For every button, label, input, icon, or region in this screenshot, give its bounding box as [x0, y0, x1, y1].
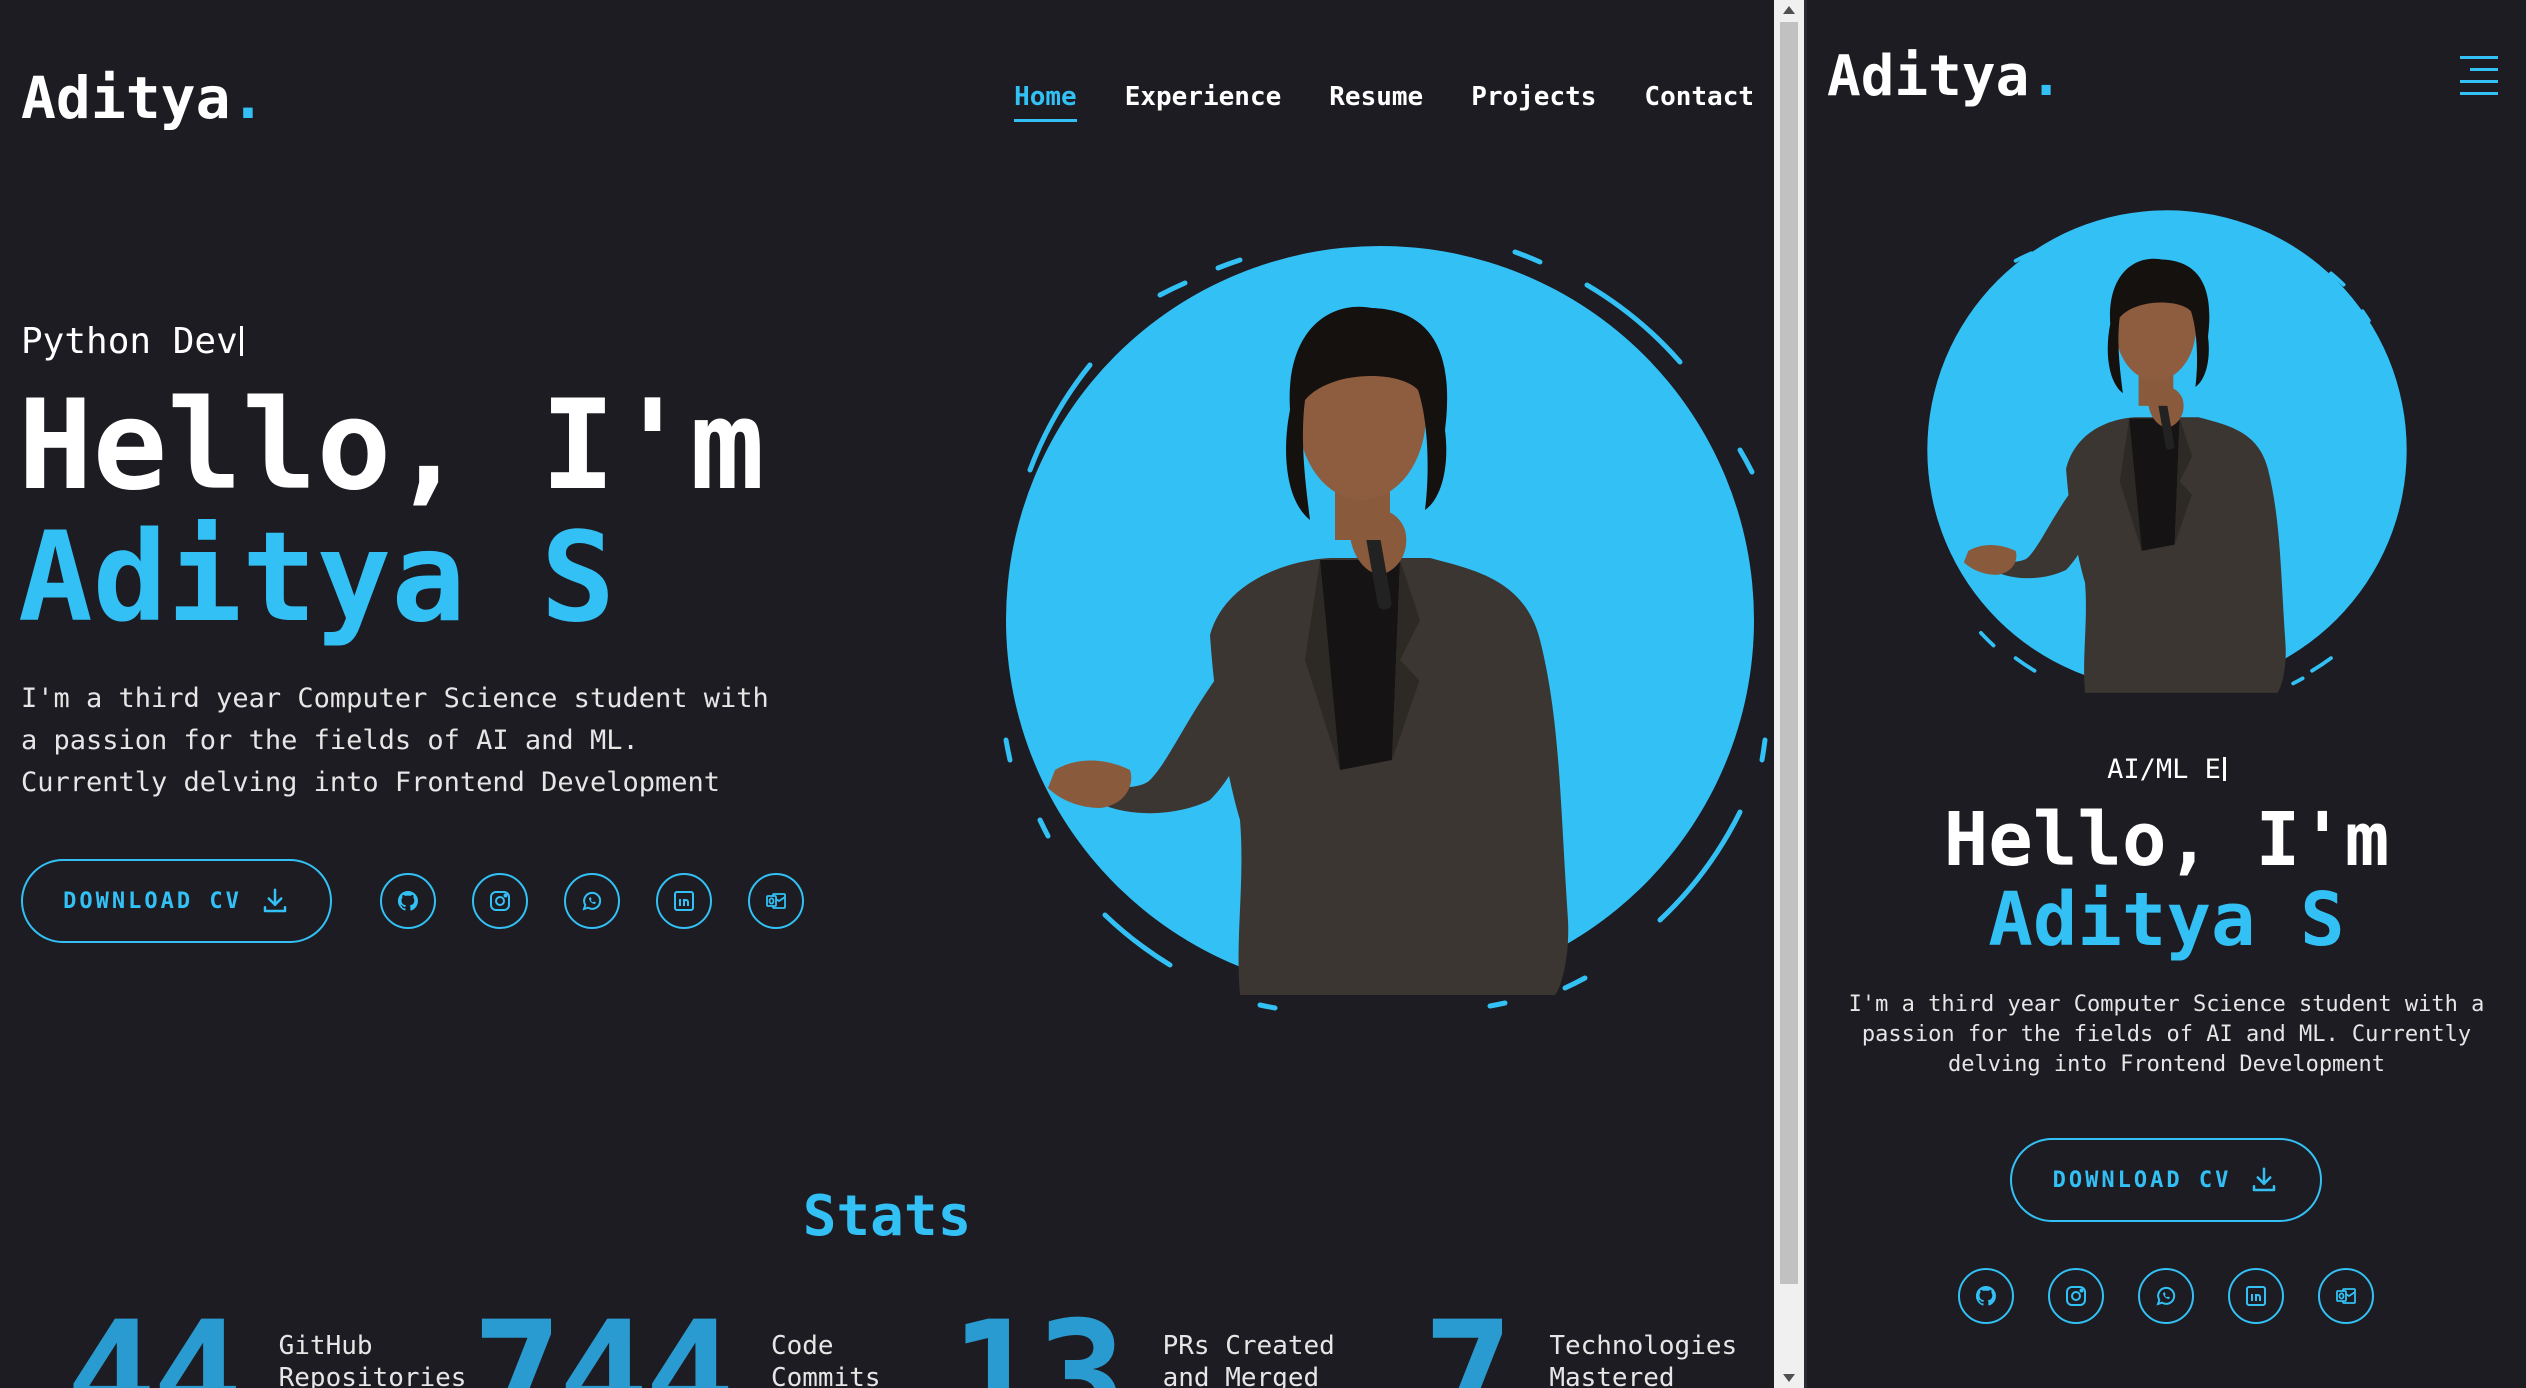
stat-item: 744 Code Commits: [472, 1302, 961, 1388]
linkedin-icon: [674, 891, 694, 911]
role-typing: Python Dev: [21, 321, 243, 362]
stats-title: Stats: [802, 1184, 972, 1249]
stat-label-line: Code: [770, 1331, 834, 1361]
whatsapp-link[interactable]: [2138, 1268, 2194, 1324]
site-logo[interactable]: Aditya.: [21, 64, 265, 132]
profile-photo: [1921, 204, 2413, 696]
stat-label: Technologies Mastered: [1549, 1330, 1739, 1388]
stat-label-line: Mastered: [1549, 1363, 1675, 1388]
role-text: AI/ML E: [2107, 754, 2221, 785]
whatsapp-link[interactable]: [564, 873, 620, 929]
github-icon: [1975, 1285, 1996, 1306]
linkedin-icon: [2246, 1286, 2266, 1306]
linkedin-link[interactable]: [2228, 1268, 2284, 1324]
typing-caret: [2222, 757, 2226, 781]
hero-greeting: Hello, I'm: [1943, 797, 2390, 883]
logo-dot: .: [2029, 44, 2064, 109]
description-line: delving into Frontend Development: [1947, 1052, 2386, 1077]
github-link[interactable]: [1958, 1268, 2014, 1324]
nav-resume[interactable]: Resume: [1329, 82, 1423, 122]
stat-value: 7: [1423, 1290, 1513, 1388]
linkedin-link[interactable]: [656, 873, 712, 929]
stat-label-line: Technologies: [1549, 1331, 1738, 1361]
stat-label-line: and Merged: [1162, 1363, 1320, 1388]
stat-label-line: GitHub: [278, 1331, 373, 1361]
typing-caret: [239, 326, 243, 356]
profile-photo: [1000, 240, 1774, 1020]
stat-item: 7 Technologies Mastered: [1423, 1302, 1739, 1388]
stat-item: 13 PRs Created and Merged: [950, 1302, 1353, 1388]
nav-experience[interactable]: Experience: [1125, 82, 1282, 122]
site-logo[interactable]: Aditya.: [1827, 44, 2063, 109]
scroll-up-arrow-icon[interactable]: [1783, 6, 1795, 14]
description-line: I'm a third year Computer Science studen…: [21, 683, 769, 714]
profile-photo-graphic: [1003, 246, 1768, 1011]
logo-text: Aditya: [1827, 44, 2030, 109]
description-line: I'm a third year Computer Science studen…: [1848, 992, 2485, 1017]
download-cv-button[interactable]: DOWNLOAD CV: [21, 859, 332, 943]
stat-label-line: Repositories: [278, 1363, 467, 1388]
instagram-link[interactable]: [472, 873, 528, 929]
profile-photo-graphic: [1927, 210, 2407, 693]
stat-label-line: PRs Created: [1162, 1331, 1335, 1361]
social-links: [380, 873, 804, 929]
download-cv-label: DOWNLOAD CV: [63, 888, 242, 914]
instagram-icon: [2066, 1286, 2086, 1306]
instagram-link[interactable]: [2048, 1268, 2104, 1324]
desktop-view: Aditya. Home Experience Resume Projects …: [0, 0, 1774, 1388]
main-nav: Home Experience Resume Projects Contact: [1014, 82, 1754, 122]
role-typing: AI/ML E: [1807, 754, 2526, 785]
hamburger-menu-icon[interactable]: [2460, 56, 2498, 96]
github-link[interactable]: [380, 873, 436, 929]
download-icon: [263, 888, 287, 913]
description-line: passion for the fields of AI and ML. Cur…: [1861, 1022, 2472, 1047]
description-line: Currently delving into Frontend Developm…: [21, 767, 720, 798]
role-text: Python Dev: [21, 321, 238, 362]
whatsapp-icon: [2156, 1286, 2176, 1306]
description-line: a passion for the fields of AI and ML.: [21, 725, 639, 756]
stat-label-line: Commits: [770, 1363, 881, 1388]
logo-dot: .: [230, 64, 266, 132]
outlook-icon: [2336, 1288, 2356, 1304]
stat-item: 44 GitHub Repositories: [66, 1302, 469, 1388]
nav-contact[interactable]: Contact: [1644, 82, 1754, 122]
nav-home[interactable]: Home: [1014, 82, 1077, 122]
hero-description: I'm a third year Computer Science studen…: [21, 678, 801, 804]
hero-name: Aditya S: [18, 506, 616, 650]
github-icon: [397, 890, 418, 911]
download-icon: [2253, 1167, 2276, 1192]
download-cv-button[interactable]: DOWNLOAD CV: [2010, 1138, 2322, 1222]
stat-value: 744: [472, 1290, 735, 1388]
stat-label: Code Commits: [771, 1330, 961, 1388]
instagram-icon: [490, 891, 510, 911]
outlook-icon: [766, 893, 786, 909]
stat-label: GitHub Repositories: [279, 1330, 469, 1388]
social-links: [1958, 1268, 2374, 1324]
whatsapp-icon: [582, 891, 602, 911]
stat-value: 13: [950, 1290, 1127, 1388]
scrollbar[interactable]: [1774, 0, 1804, 1388]
hero-description: I'm a third year Computer Science studen…: [1847, 990, 2486, 1080]
outlook-link[interactable]: [748, 873, 804, 929]
stat-value: 44: [66, 1290, 243, 1388]
nav-projects[interactable]: Projects: [1471, 82, 1596, 122]
download-cv-label: DOWNLOAD CV: [2052, 1167, 2232, 1193]
outlook-link[interactable]: [2318, 1268, 2374, 1324]
stat-label: PRs Created and Merged: [1163, 1330, 1353, 1388]
scrollbar-thumb[interactable]: [1780, 22, 1798, 1284]
scroll-down-arrow-icon[interactable]: [1783, 1374, 1795, 1382]
mobile-view: Aditya. AI/ML E Hello, I'm Aditya S I'm …: [1807, 0, 2526, 1388]
hero-greeting: Hello, I'm: [18, 374, 765, 518]
hero-name: Aditya S: [1988, 877, 2345, 963]
logo-text: Aditya: [21, 64, 231, 132]
